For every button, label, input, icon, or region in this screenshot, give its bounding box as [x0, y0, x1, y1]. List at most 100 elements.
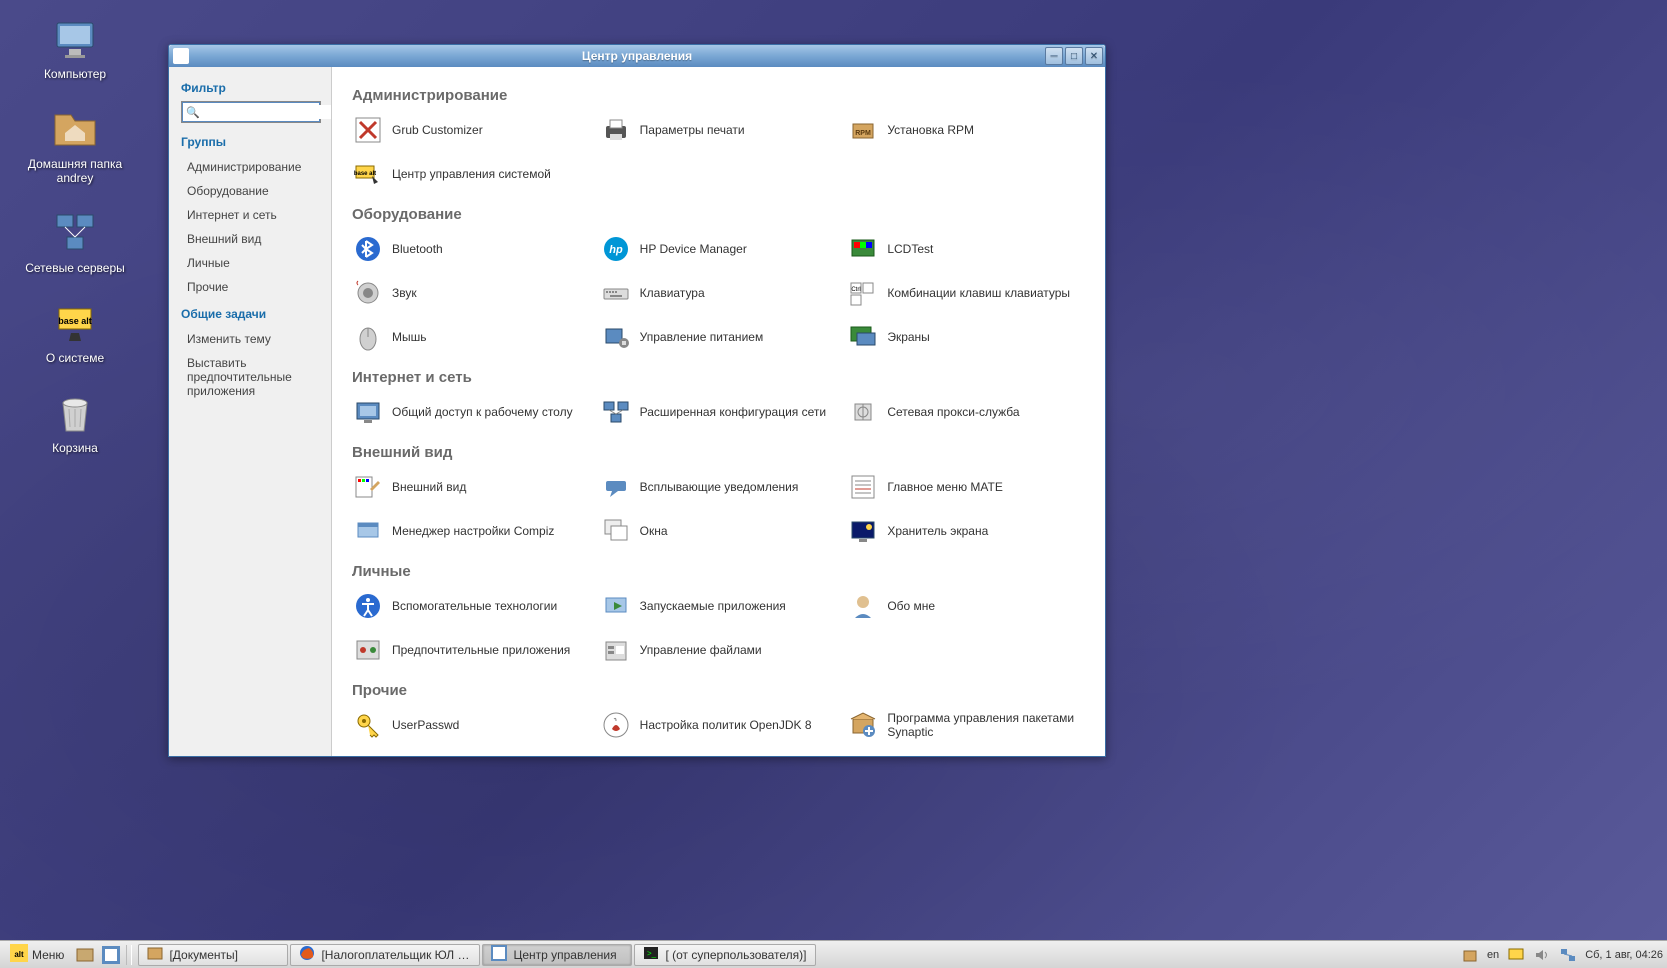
sidebar-group-item[interactable]: Интернет и сеть — [181, 203, 319, 227]
appearance-icon — [354, 473, 382, 501]
window-maximize-button[interactable]: □ — [1065, 47, 1083, 65]
window-controls: ─ □ ✕ — [1045, 47, 1103, 65]
window-minimize-button[interactable]: ─ — [1045, 47, 1063, 65]
sidebar-group-item[interactable]: Внешний вид — [181, 227, 319, 251]
tray-updates-icon[interactable] — [1461, 946, 1479, 964]
desktop-icon-trash[interactable]: Корзина — [20, 389, 130, 455]
tray-display-icon[interactable] — [1507, 946, 1525, 964]
settings-item-displays[interactable]: Экраны — [847, 321, 1085, 353]
home-folder-icon — [51, 105, 99, 153]
settings-item-proxy[interactable]: Сетевая прокси-служба — [847, 396, 1085, 428]
settings-item-sound[interactable]: Звук — [352, 277, 590, 309]
settings-item-pref-apps[interactable]: Предпочтительные приложения — [352, 634, 590, 666]
settings-item-label: Клавиатура — [640, 286, 705, 300]
settings-item-label: HP Device Manager — [640, 242, 747, 256]
svg-text:>_: >_ — [647, 949, 657, 958]
taskbar-window-button[interactable]: [Налогоплательщик ЮЛ | ... — [290, 944, 480, 966]
filemgr-task-icon — [147, 945, 163, 964]
settings-item-label: Экраны — [887, 330, 929, 344]
settings-item-label: Расширенная конфигурация сети — [640, 405, 826, 419]
settings-item-label: Вспомогательные технологии — [392, 599, 557, 613]
settings-item-mate-menu[interactable]: Главное меню MATE — [847, 471, 1085, 503]
desktop-icon-about-system[interactable]: base alt О системе — [20, 299, 130, 365]
taskbar-control-center-launcher[interactable] — [100, 944, 122, 966]
sidebar-group-item[interactable]: Личные — [181, 251, 319, 275]
settings-item-label: Окна — [640, 524, 668, 538]
pref-apps-icon — [354, 636, 382, 664]
settings-item-compiz[interactable]: Менеджер настройки Compiz — [352, 515, 590, 547]
settings-item-printer[interactable]: Параметры печати — [600, 114, 838, 146]
window-titlebar[interactable]: Центр управления ─ □ ✕ — [169, 45, 1105, 67]
settings-item-grub[interactable]: Grub Customizer — [352, 114, 590, 146]
settings-item-about-me[interactable]: Обо мне — [847, 590, 1085, 622]
sidebar-task-item[interactable]: Изменить тему — [181, 327, 319, 351]
sidebar-group-item[interactable]: Прочие — [181, 275, 319, 299]
settings-item-bluetooth[interactable]: Bluetooth — [352, 233, 590, 265]
keyboard-layout-indicator[interactable]: en — [1487, 949, 1499, 961]
sidebar-search-input[interactable] — [204, 105, 332, 119]
settings-item-sharing[interactable]: Общий доступ к рабочему столу — [352, 396, 590, 428]
settings-item-windows[interactable]: Окна — [600, 515, 838, 547]
settings-item-label: Общий доступ к рабочему столу — [392, 405, 573, 419]
a11y-icon — [354, 592, 382, 620]
settings-item-netconf[interactable]: Расширенная конфигурация сети — [600, 396, 838, 428]
settings-item-label: Менеджер настройки Compiz — [392, 524, 554, 538]
control-center-sidebar: Фильтр 🔍 Группы АдминистрированиеОборудо… — [169, 67, 332, 756]
taskbar-show-desktop-button[interactable] — [74, 944, 96, 966]
desktop-icon-network-servers[interactable]: Сетевые серверы — [20, 209, 130, 275]
settings-item-rpm[interactable]: RPMУстановка RPM — [847, 114, 1085, 146]
bluetooth-icon — [354, 235, 382, 263]
settings-item-a11y[interactable]: Вспомогательные технологии — [352, 590, 590, 622]
taskbar-window-button[interactable]: >_[ (от суперпользователя)] — [634, 944, 815, 966]
settings-item-label: Установка RPM — [887, 123, 974, 137]
settings-item-openjdk[interactable]: Настройка политик OpenJDK 8 — [600, 709, 838, 742]
tray-volume-icon[interactable] — [1533, 946, 1551, 964]
tray-network-icon[interactable] — [1559, 946, 1577, 964]
settings-item-alt-center[interactable]: base altЦентр управления системой — [352, 158, 590, 190]
control-center-window: Центр управления ─ □ ✕ Фильтр 🔍 Группы А… — [168, 44, 1106, 757]
section-title: Администрирование — [352, 87, 1085, 104]
lcd-icon — [849, 235, 877, 263]
settings-item-synaptic[interactable]: Программа управления пакетами Synaptic — [847, 709, 1085, 742]
desktop-icons-area: Компьютер Домашняя папка andrey Сетевые … — [20, 15, 130, 455]
settings-item-mouse[interactable]: Мышь — [352, 321, 590, 353]
settings-item-keyboard[interactable]: Клавиатура — [600, 277, 838, 309]
settings-item-hp[interactable]: hpHP Device Manager — [600, 233, 838, 265]
settings-item-lcd[interactable]: LCDTest — [847, 233, 1085, 265]
settings-item-screensaver[interactable]: Хранитель экрана — [847, 515, 1085, 547]
window-close-button[interactable]: ✕ — [1085, 47, 1103, 65]
svg-text:alt: alt — [14, 950, 24, 959]
settings-item-label: Обо мне — [887, 599, 935, 613]
desktop-icon-home[interactable]: Домашняя папка andrey — [20, 105, 130, 185]
sidebar-group-item[interactable]: Администрирование — [181, 155, 319, 179]
settings-item-notify[interactable]: Всплывающие уведомления — [600, 471, 838, 503]
desktop-icon-computer[interactable]: Компьютер — [20, 15, 130, 81]
taskbar-window-button[interactable]: [Документы] — [138, 944, 288, 966]
taskbar-menu-button[interactable]: alt Меню — [4, 942, 70, 967]
shortcuts-icon: Ctrl — [849, 279, 877, 307]
grub-icon — [354, 116, 382, 144]
desktop-icon-label: О системе — [46, 351, 104, 365]
taskbar-clock[interactable]: Сб, 1 авг, 04:26 — [1585, 949, 1663, 961]
settings-item-filemgr[interactable]: Управление файлами — [600, 634, 838, 666]
taskbar-window-label: [Налогоплательщик ЮЛ | ... — [321, 948, 471, 962]
svg-text:Ctrl: Ctrl — [852, 287, 861, 293]
printer-icon — [602, 116, 630, 144]
keyboard-icon — [602, 279, 630, 307]
windows-icon — [602, 517, 630, 545]
netconf-icon — [602, 398, 630, 426]
settings-item-label: Grub Customizer — [392, 123, 483, 137]
settings-item-power[interactable]: Управление питанием — [600, 321, 838, 353]
settings-item-startup[interactable]: Запускаемые приложения — [600, 590, 838, 622]
about-system-icon: base alt — [51, 299, 99, 347]
sidebar-task-item[interactable]: Выставить предпочтительные приложения — [181, 351, 319, 403]
sidebar-search[interactable]: 🔍 — [181, 101, 321, 123]
settings-item-userpasswd[interactable]: UserPasswd — [352, 709, 590, 742]
sidebar-group-item[interactable]: Оборудование — [181, 179, 319, 203]
settings-item-label: Комбинации клавиш клавиатуры — [887, 286, 1070, 300]
taskbar-window-button[interactable]: Центр управления — [482, 944, 632, 966]
alt-center-icon: base alt — [354, 160, 382, 188]
settings-item-appearance[interactable]: Внешний вид — [352, 471, 590, 503]
settings-item-shortcuts[interactable]: Ctrl Комбинации клавиш клавиатуры — [847, 277, 1085, 309]
synaptic-icon — [849, 711, 877, 739]
